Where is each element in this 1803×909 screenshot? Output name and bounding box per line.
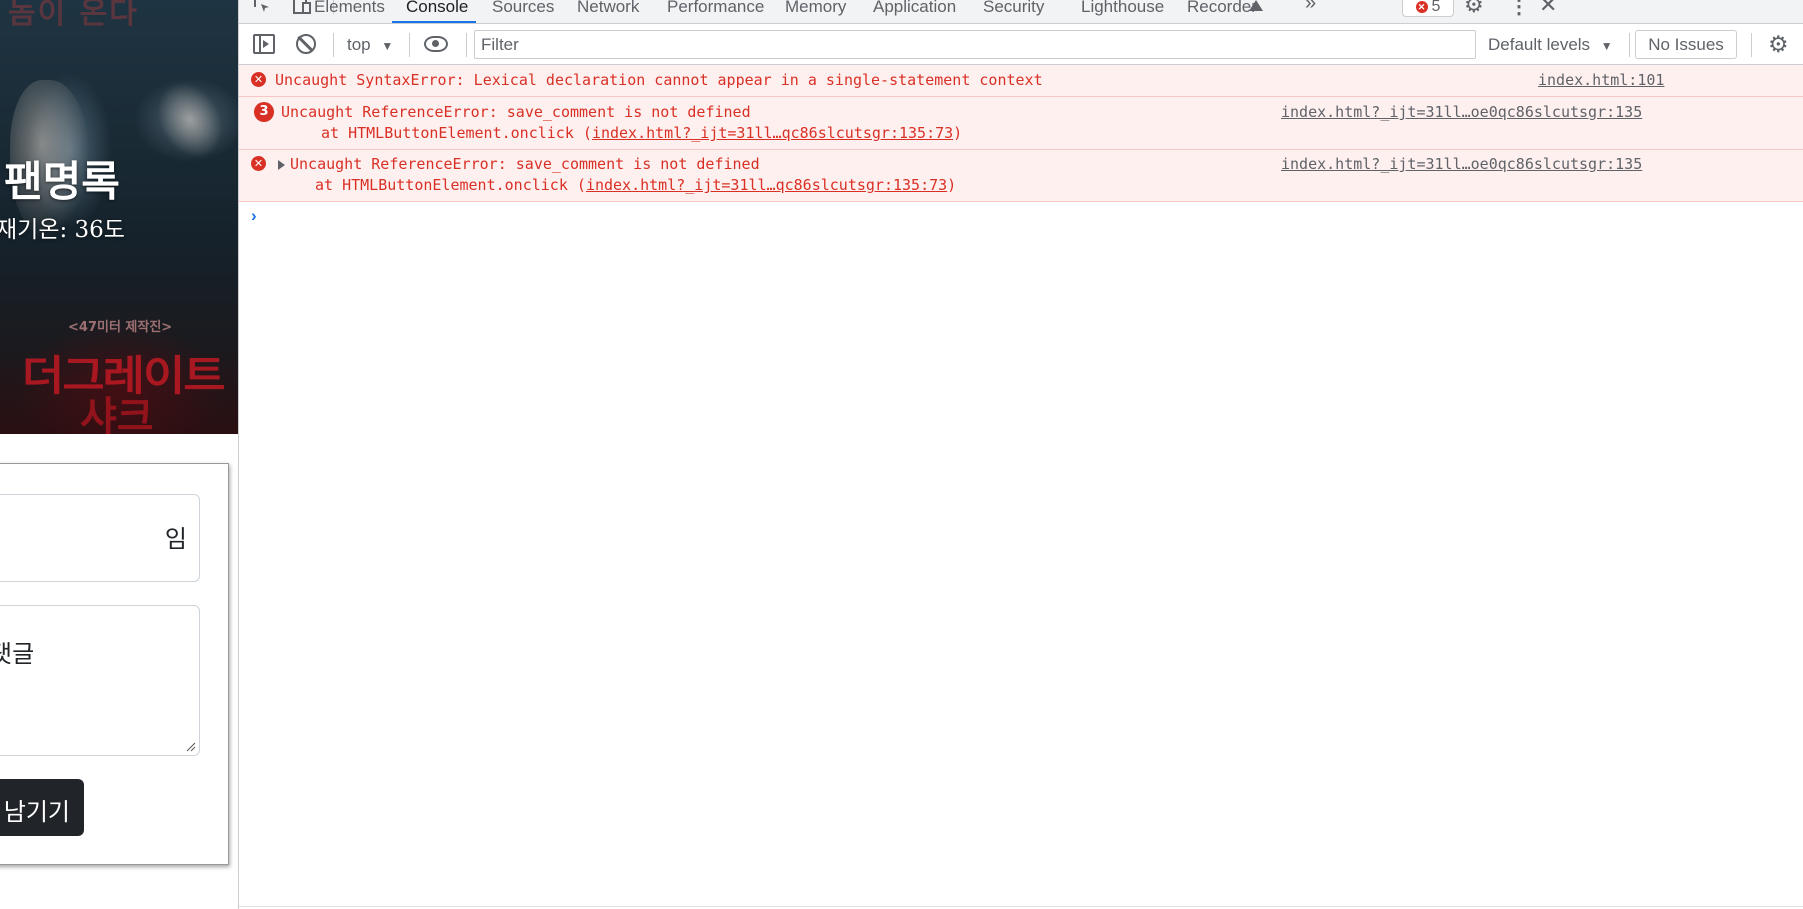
error-text: Uncaught SyntaxError: Lexical declaratio…: [275, 71, 1043, 89]
sidebar-toggle-icon[interactable]: [253, 34, 275, 54]
close-icon[interactable]: ✕: [1539, 0, 1557, 18]
weather-text: 재기온: 36도: [0, 217, 125, 243]
error-text: Uncaught ReferenceError: save_comment is…: [281, 103, 751, 121]
repeat-count-badge: 3: [254, 102, 274, 122]
levels-value: Default levels: [1488, 35, 1591, 54]
error-icon: ✕: [251, 72, 266, 87]
toolbar-separator: [1629, 33, 1630, 57]
context-select[interactable]: top ▼: [347, 33, 393, 57]
tab-lighthouse[interactable]: Lighthouse: [1081, 0, 1164, 23]
toolbar-separator: [333, 33, 334, 57]
submit-comment-button[interactable]: 남기기: [0, 779, 84, 836]
webpage-viewport: 놈이 온다 <47미터 제작진> 더그레이트 샤크 팬명록 재기온: 36도 임…: [0, 0, 238, 909]
source-link[interactable]: index.html:101: [1538, 71, 1664, 89]
chevron-down-icon: ▼: [381, 39, 394, 53]
comment-form-card: 임 댓글 남기기: [0, 463, 229, 865]
inspect-element-icon[interactable]: [251, 0, 273, 16]
source-link[interactable]: index.html?_ijt=31ll…oe0qc86slcutsgr:135: [1281, 103, 1642, 121]
stack-suffix: ): [947, 176, 957, 194]
console-toolbar: top ▼ Filter Default levels ▼ No Issues …: [239, 25, 1803, 65]
chevron-down-icon: ▼: [1600, 39, 1613, 53]
more-tabs-icon[interactable]: »: [1305, 0, 1316, 15]
toolbar-separator: [466, 33, 467, 57]
console-prompt-caret-icon[interactable]: ›: [251, 206, 257, 226]
tab-elements[interactable]: Elements: [314, 0, 385, 23]
tab-console[interactable]: Console: [406, 0, 468, 23]
tab-recorder[interactable]: Recorder: [1187, 0, 1257, 23]
clear-console-icon[interactable]: [296, 34, 316, 54]
settings-gear-icon[interactable]: ⚙: [1464, 0, 1484, 18]
toolbar-separator: [1751, 33, 1752, 57]
error-count: 5: [1431, 0, 1441, 15]
poster-credit: <47미터 제작진>: [68, 320, 173, 335]
console-settings-gear-icon[interactable]: ⚙: [1768, 31, 1789, 58]
console-error-message[interactable]: ✕ Uncaught ReferenceError: save_comment …: [239, 150, 1803, 202]
poster-swimmer: [144, 70, 236, 170]
stack-suffix: ): [953, 124, 963, 142]
tab-performance[interactable]: Performance: [667, 0, 764, 23]
tab-network[interactable]: Network: [577, 0, 639, 23]
kebab-menu-icon[interactable]: ⋮: [1509, 0, 1529, 19]
recorder-experimental-icon: [1249, 0, 1263, 11]
stack-prefix: at HTMLButtonElement.onclick (: [321, 124, 592, 142]
poster-title-line2: 샤크: [80, 394, 154, 434]
stack-trace-line: at HTMLButtonElement.onclick (index.html…: [315, 176, 956, 194]
error-badge-icon: ✕: [1415, 1, 1428, 13]
live-expression-eye-icon[interactable]: [424, 36, 448, 52]
tab-security[interactable]: Security: [983, 0, 1044, 23]
device-toolbar-icon[interactable]: [291, 0, 313, 16]
devtools-tab-bar: Elements Console Sources Network Perform…: [239, 0, 1803, 24]
nickname-input[interactable]: 임: [0, 494, 200, 582]
stack-trace-line: at HTMLButtonElement.onclick (index.html…: [321, 124, 962, 142]
stack-link[interactable]: index.html?_ijt=31ll…qc86slcutsgr:135:73: [592, 124, 953, 142]
comment-value: 댓글: [0, 640, 35, 668]
comment-textarea[interactable]: 댓글: [0, 605, 200, 756]
bottom-border: [239, 906, 1803, 907]
source-link[interactable]: index.html?_ijt=31ll…oe0qc86slcutsgr:135: [1281, 155, 1642, 173]
resize-handle-icon[interactable]: [186, 742, 196, 752]
filter-placeholder: Filter: [481, 35, 519, 54]
nickname-value: 임: [164, 525, 187, 553]
toolbar-separator: [409, 33, 410, 57]
error-icon: ✕: [251, 156, 266, 171]
console-error-message[interactable]: ✕ Uncaught SyntaxError: Lexical declarat…: [239, 65, 1803, 97]
stack-prefix: at HTMLButtonElement.onclick (: [315, 176, 586, 194]
context-value: top: [347, 35, 371, 54]
expand-arrow-icon[interactable]: [278, 160, 285, 170]
tab-memory[interactable]: Memory: [785, 0, 846, 23]
error-text: Uncaught ReferenceError: save_comment is…: [290, 155, 760, 173]
stack-link[interactable]: index.html?_ijt=31ll…qc86slcutsgr:135:73: [586, 176, 947, 194]
issues-button[interactable]: No Issues: [1635, 30, 1737, 59]
devtools-panel: Elements Console Sources Network Perform…: [239, 0, 1803, 909]
active-tab-indicator: [392, 21, 476, 23]
console-error-message[interactable]: 3 Uncaught ReferenceError: save_comment …: [239, 97, 1803, 150]
log-levels-select[interactable]: Default levels ▼: [1488, 33, 1613, 57]
poster-title-top: 놈이 온다: [8, 0, 139, 31]
movie-poster-image: 놈이 온다 <47미터 제작진> 더그레이트 샤크 팬명록 재기온: 36도: [0, 0, 238, 434]
filter-input[interactable]: Filter: [474, 30, 1476, 59]
tab-application[interactable]: Application: [873, 0, 956, 23]
page-title: 팬명록: [4, 157, 120, 206]
tab-sources[interactable]: Sources: [492, 0, 554, 23]
error-count-badge[interactable]: ✕ 5: [1402, 0, 1454, 17]
